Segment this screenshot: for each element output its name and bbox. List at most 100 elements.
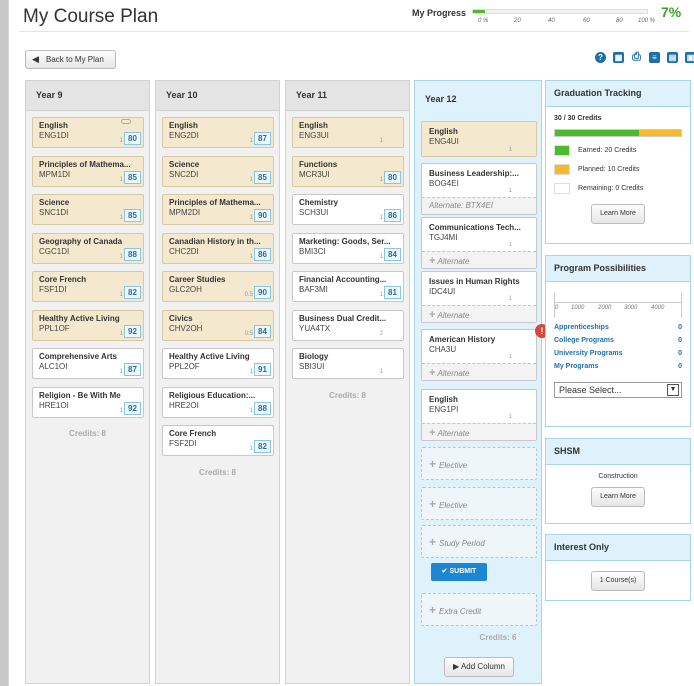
course-grade: 85 (124, 209, 141, 222)
legend-earned: Earned: 20 Credits (554, 145, 682, 164)
apprenticeships-row[interactable]: Apprenticeships 0 (554, 324, 682, 337)
course-name: Core French (39, 275, 87, 284)
alternate-slot[interactable]: Alternate: BTX4EI (422, 197, 536, 214)
course-card[interactable]: Career Studies GLC2OH 0.5 90 (162, 271, 274, 302)
college-programs-row[interactable]: College Programs 0 (554, 337, 682, 350)
program-select[interactable]: Please Select... ▼ (554, 382, 682, 398)
course-name: Comprehensive Arts (39, 352, 117, 361)
extra-credit-slot[interactable]: + Extra Credit (421, 593, 537, 626)
course-card[interactable]: Issues in Human Rights IDC4UI 1 + Alternate (421, 271, 537, 323)
year-column-10: Year 10 English ENG2DI 1 87 Science SNC2DI 1 85… (155, 80, 280, 684)
chevron-down-icon: ▼ (667, 384, 679, 396)
course-card[interactable]: English ENG1PI 1 + Alternate (421, 389, 537, 441)
alternate-slot[interactable]: + Alternate (422, 251, 536, 268)
course-name: Healthy Active Living (39, 313, 120, 323)
empty-course-slot[interactable]: + Elective (421, 447, 537, 480)
course-credit: 1 (508, 414, 512, 420)
add-column-button[interactable]: ▶ Add Column (444, 657, 514, 677)
column-credits: Credits: 8 (199, 467, 236, 477)
report-icon[interactable]: ▤ (667, 52, 678, 63)
course-card[interactable]: Marketing: Goods, Ser... BMI3CI 1 84 (292, 232, 404, 264)
course-card[interactable]: Science SNC1DI 1 85 (32, 194, 144, 225)
alternate-slot[interactable]: + Alternate (422, 423, 536, 440)
course-card[interactable]: Science SNC2DI 1 85 (162, 155, 274, 187)
course-body: Business Leadership:... BOG4EI 1 (422, 164, 536, 197)
possibilities-scale: 0 1000 2000 3000 4000 (554, 292, 682, 318)
toolbar: ? ▦ ⎙ ≡ ▤ ▣ (591, 52, 694, 66)
calculator-icon[interactable]: ▦ (613, 52, 624, 63)
course-credit: 1 (508, 147, 512, 153)
course-grade: 81 (384, 286, 401, 299)
empty-course-slot[interactable]: + Elective (421, 487, 537, 520)
course-card[interactable]: Chemistry SCH3UI 1 86 (292, 194, 404, 225)
learn-more-button[interactable]: Learn More (591, 487, 645, 507)
interest-courses-button[interactable]: 1 Course(s) (591, 571, 645, 591)
course-card[interactable]: Core French FSF2DI 1 82 (162, 425, 274, 456)
course-credit: 1 (119, 176, 123, 183)
course-card[interactable]: Biology SBI3UI 1 (292, 348, 404, 379)
course-credit: 1 (119, 215, 123, 221)
course-card[interactable]: English ENG2DI 1 87 (162, 117, 274, 148)
my-programs-row[interactable]: My Programs 0 (554, 363, 682, 376)
alternate-label: Alternate (437, 429, 470, 438)
course-card[interactable]: Religion - Be With Me HRE1OI 1 92 (32, 386, 144, 418)
course-card[interactable]: Business Dual Credit... YUA4TX 2 (292, 309, 404, 341)
course-card[interactable]: Civics CHV2OH 0.5 84 (162, 309, 274, 341)
course-credit: 1 (119, 253, 123, 260)
course-card[interactable]: Healthy Active Living PPL1OF 1 92 (32, 309, 144, 341)
course-card[interactable]: Religious Education:... HRE2OI 1 88 (162, 386, 274, 418)
course-card[interactable]: American History CHA3U 1 + Alternate! (421, 324, 549, 381)
course-card[interactable]: Comprehensive Arts ALC1OI 1 87 (32, 348, 144, 379)
course-card[interactable]: Financial Accounting... BAF3MI 1 81 (292, 271, 404, 302)
alternate-label: Alternate (437, 257, 470, 266)
course-grade: 86 (254, 247, 271, 261)
year-header: Year 11 (286, 81, 409, 111)
panel-title: Program Possibilities (546, 256, 690, 282)
legend-remaining: Remaining: 0 Credits (554, 183, 682, 202)
university-programs-row[interactable]: University Programs 0 (554, 350, 682, 363)
course-card[interactable]: Canadian History in th... CHC2DI 1 86 (162, 232, 274, 264)
shsm-program: Construction (598, 473, 638, 480)
course-credit: 1 (508, 242, 512, 248)
course-card[interactable]: Principles of Mathema... MPM2DI 1 90 (162, 194, 274, 225)
course-name: Core French (169, 429, 217, 438)
course-card[interactable]: Geography of Canada CGC1DI 1 88 (32, 232, 144, 264)
progress-tick: 60 (583, 18, 590, 24)
back-arrow-icon: ◀ (32, 54, 39, 64)
scale-tick: 0 (555, 305, 559, 311)
course-credit: 2 (379, 330, 383, 337)
scale-tick: 4000 (651, 305, 665, 311)
planned-swatch (554, 164, 570, 175)
progress-tick: 0 % (478, 18, 489, 24)
course-grade: 87 (254, 132, 271, 145)
course-card[interactable]: Communications Tech... TGJ4MI 1 + Alternate (421, 217, 537, 269)
course-name: Chemistry (299, 198, 339, 207)
empty-course-slot[interactable]: + Study Period (421, 525, 537, 558)
submit-button[interactable]: ✔ SUBMIT (431, 563, 487, 581)
alternate-label: Alternate (437, 369, 470, 378)
course-card[interactable]: Healthy Active Living PPL2OF 1 91 (162, 348, 274, 379)
alternate-slot[interactable]: + Alternate (422, 363, 536, 380)
print-icon[interactable]: ⎙ (631, 52, 642, 63)
course-card[interactable]: English ENG1DI 1 80 (32, 117, 144, 148)
briefcase-icon[interactable]: ▣ (685, 52, 694, 63)
credits-total: 30 / 30 Credits (554, 115, 602, 122)
learn-more-button[interactable]: Learn More (591, 204, 645, 224)
course-card[interactable]: Core French FSF1DI 1 82 (32, 271, 144, 302)
course-name: Business Dual Credit... (299, 313, 387, 323)
help-icon[interactable]: ? (595, 52, 606, 63)
document-icon[interactable]: ≡ (649, 52, 660, 63)
course-card[interactable]: English ENG3UI 1 (292, 117, 404, 148)
course-grade: 82 (124, 286, 141, 299)
course-card[interactable]: English ENG4UI 1 (421, 121, 537, 157)
alternate-slot[interactable]: + Alternate (422, 305, 536, 322)
course-card[interactable]: Business Leadership:... BOG4EI 1 Alternate:… (421, 163, 537, 215)
course-grade: 92 (124, 401, 141, 415)
course-card[interactable]: Principles of Mathema... MPM1DI 1 85 (32, 155, 144, 187)
course-name: English (429, 395, 458, 404)
course-card[interactable]: Functions MCR3UI 1 80 (292, 155, 404, 187)
back-to-my-plan-button[interactable]: ◀ Back to My Plan (25, 50, 116, 69)
course-credit: 1 (249, 138, 253, 144)
course-name: English (429, 127, 458, 136)
course-grade: 80 (384, 170, 401, 184)
